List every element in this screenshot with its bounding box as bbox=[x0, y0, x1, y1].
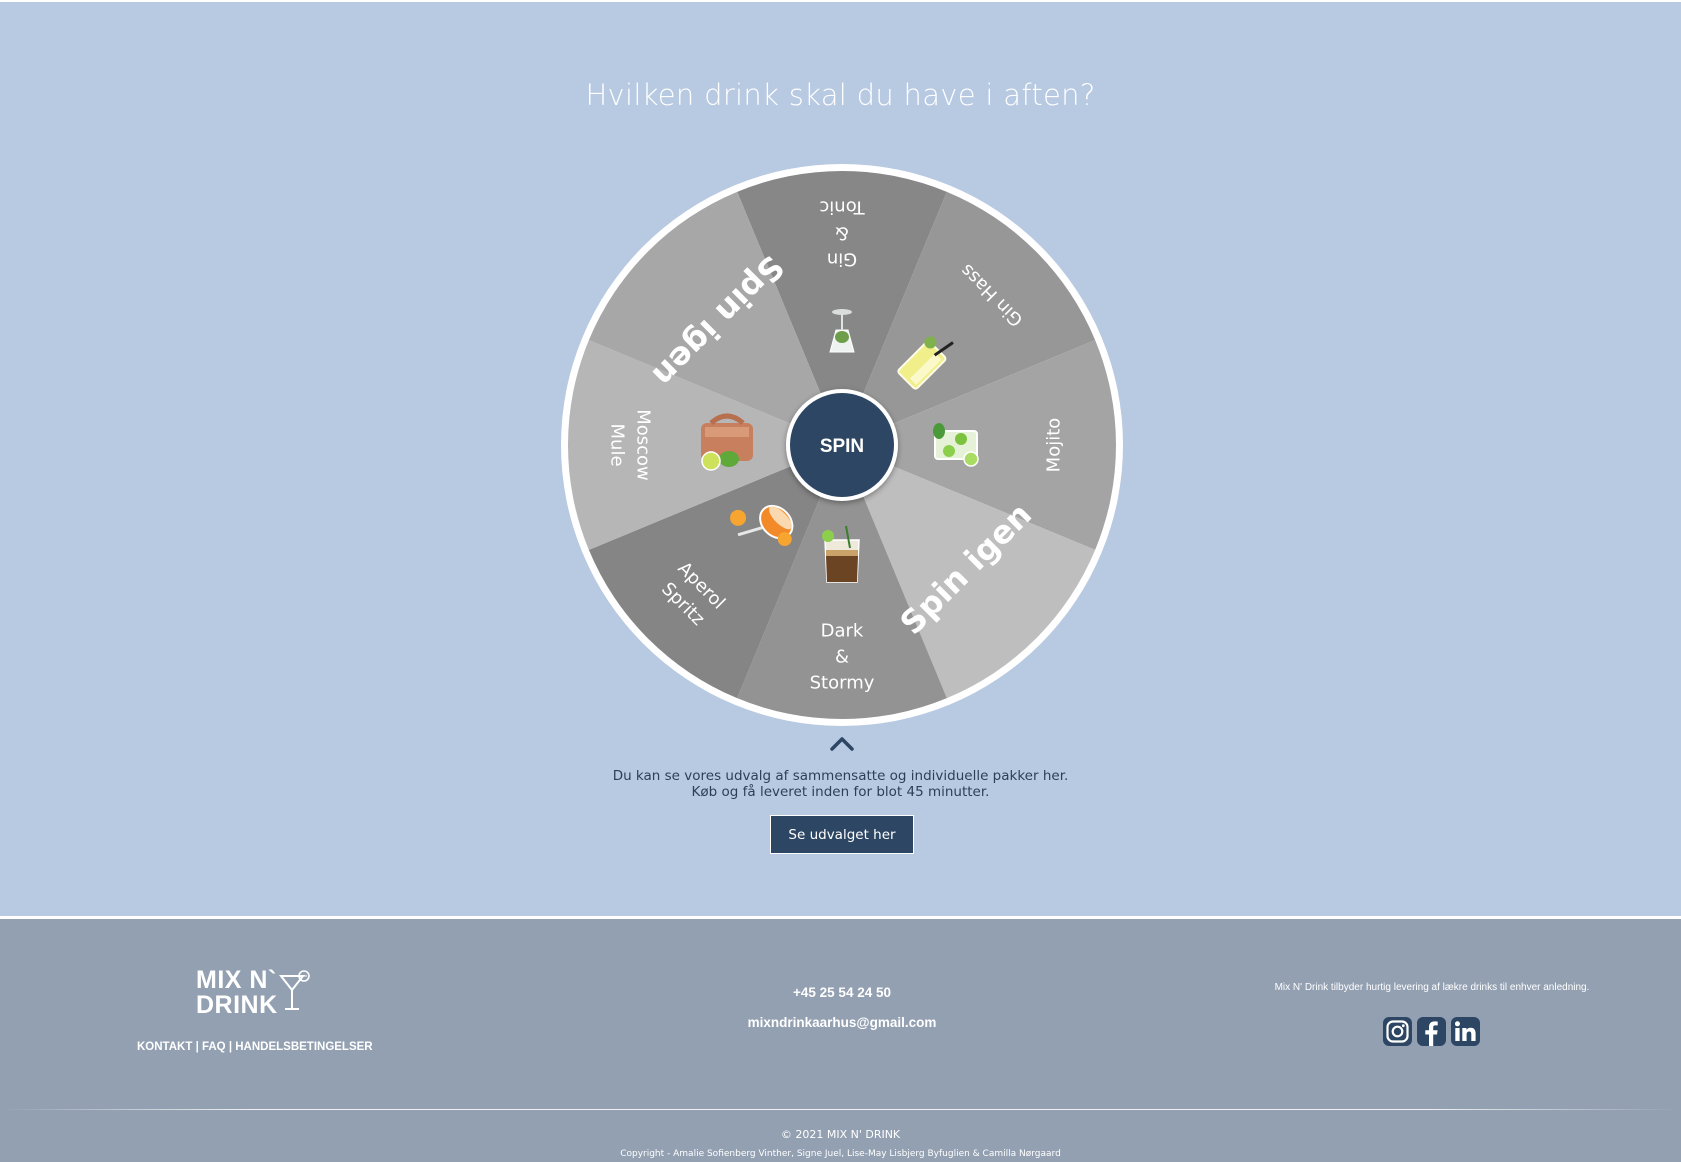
phone-number[interactable]: +45 25 54 24 50 bbox=[640, 985, 1044, 1000]
wheel-label-line: Tonic bbox=[819, 197, 865, 218]
intro-line-2: Køb og få leveret inden for blot 45 minu… bbox=[691, 784, 990, 800]
spin-button[interactable]: SPIN bbox=[786, 389, 898, 501]
wheel-label-mojito: Mojito bbox=[1044, 418, 1065, 473]
wheel-label-line: Stormy bbox=[810, 673, 875, 694]
copyright-text: © 2021 MIX N' DRINK bbox=[780, 1128, 901, 1141]
footer-link-separator: | bbox=[192, 1041, 202, 1053]
footer-link-separator: | bbox=[225, 1041, 236, 1053]
wheel-label-line: Gin bbox=[827, 249, 857, 270]
footer-links: KONTAKT | FAQ | HANDELSBETINGELSER bbox=[137, 1041, 373, 1053]
instagram-icon[interactable] bbox=[1383, 1017, 1412, 1046]
wheel-label-line: Dark bbox=[821, 621, 864, 642]
footer: MIX N` DRINK KONTAKT | FAQ | HANDELSBETI… bbox=[0, 916, 1681, 1162]
wheel-label-line: Mule bbox=[607, 423, 628, 466]
logo-line-2: DRINK bbox=[196, 991, 278, 1019]
see-selection-button[interactable]: Se udvalget her bbox=[770, 815, 914, 854]
footer-divider bbox=[0, 1109, 1681, 1110]
brand-logo[interactable]: MIX N` DRINK bbox=[192, 966, 322, 1022]
drink-wheel-svg[interactable]: Gin&TonicGin HassMojitoSpin igenDark&Sto… bbox=[561, 164, 1123, 726]
email-address[interactable]: mixndrinkaarhus@gmail.com bbox=[640, 1015, 1044, 1030]
credits-text: Copyright - Amalie Sofienberg Vinther, S… bbox=[620, 1149, 1061, 1159]
logo-line-1: MIX N` bbox=[196, 966, 277, 994]
footer-link-kontakt[interactable]: KONTAKT bbox=[137, 1041, 192, 1053]
page-title: Hvilken drink skal du have i aften? bbox=[585, 78, 1096, 112]
footer-link-faq[interactable]: FAQ bbox=[202, 1041, 226, 1053]
drink-wheel[interactable]: Gin & Tonic Gin Hass Mojito Spin igen Dark & Sto… bbox=[561, 164, 1123, 726]
wheel-label-line: & bbox=[835, 647, 849, 668]
linkedin-icon[interactable] bbox=[1451, 1017, 1480, 1046]
spin-button-label[interactable]: SPIN bbox=[820, 436, 864, 457]
footer-link-handelsbetingelser[interactable]: HANDELSBETINGELSER bbox=[235, 1041, 372, 1053]
facebook-icon[interactable] bbox=[1417, 1017, 1446, 1046]
footer-tagline: Mix N' Drink tilbyder hurtig levering af… bbox=[1274, 982, 1590, 993]
wheel-label-line: & bbox=[835, 223, 849, 244]
social-links bbox=[1383, 1017, 1480, 1047]
cocktail-glass-icon bbox=[278, 970, 310, 1010]
chevron-up-icon[interactable] bbox=[829, 734, 855, 752]
wheel-label-line: Moscow bbox=[633, 409, 654, 481]
wheel-label-line: Mojito bbox=[1044, 418, 1065, 473]
top-divider bbox=[0, 0, 1681, 2]
intro-text: Du kan se vores udvalg af sammensatte og… bbox=[0, 768, 1681, 800]
intro-line-1: Du kan se vores udvalg af sammensatte og… bbox=[612, 768, 1069, 784]
